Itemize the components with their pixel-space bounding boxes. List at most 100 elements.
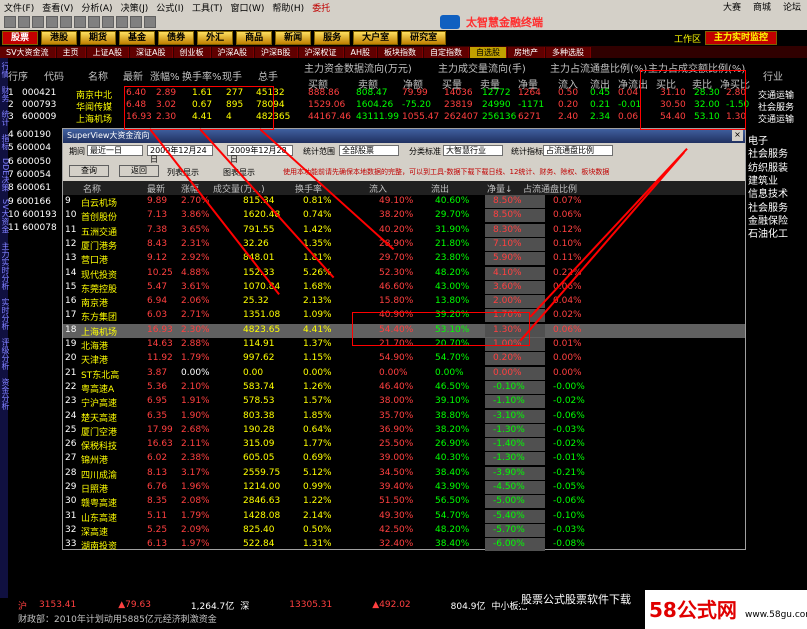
col-header-total[interactable]: 总手: [258, 68, 278, 83]
row-code-hidden[interactable]: 5 600004: [8, 143, 51, 153]
list-item[interactable]: 26 保税科技 16.63 2.11% 315.09 1.77% 25.50% 26.90% -…: [63, 438, 745, 453]
search-icon[interactable]: [116, 16, 128, 28]
list-item[interactable]: 10 首创股份 7.13 3.86% 1620.48 0.74% 38.20% 29.70% 8…: [63, 209, 745, 224]
tab-gem[interactable]: 创业板: [173, 46, 211, 58]
menu-decision[interactable]: 决策(J): [117, 1, 153, 14]
list-item[interactable]: 11 五洲交通 7.38 3.65% 791.55 1.42% 40.20% 31.90% 8.…: [63, 223, 745, 239]
sidebar-item-realtime[interactable]: 实时分析: [0, 294, 11, 334]
menu-mall[interactable]: 商城: [749, 0, 775, 13]
row-code-hidden[interactable]: 7 600054: [8, 170, 51, 180]
nav-news[interactable]: 新闻: [275, 31, 312, 45]
nav-forex[interactable]: 外汇: [197, 31, 234, 45]
row-code-hidden[interactable]: 11 600078: [8, 223, 57, 233]
forward-icon[interactable]: [32, 16, 44, 28]
popup-col-inflow[interactable]: 流入: [369, 182, 387, 195]
menu-window[interactable]: 窗口(W): [226, 1, 268, 14]
col-header-seq[interactable]: 行序: [8, 68, 28, 83]
col-header-industry[interactable]: 行业: [763, 68, 783, 83]
popup-close-icon[interactable]: ×: [732, 130, 743, 141]
menu-view[interactable]: 查看(V): [38, 1, 77, 14]
popup-col-net[interactable]: 净量↓: [487, 182, 513, 195]
row-code-hidden[interactable]: 4 600190: [8, 130, 51, 140]
menu-analysis[interactable]: 分析(A): [77, 1, 116, 14]
settings-icon[interactable]: [130, 16, 142, 28]
row-code-hidden[interactable]: 6 600050: [8, 157, 51, 167]
back-button[interactable]: 返回: [119, 165, 159, 177]
tab-warrants[interactable]: 沪深权证: [298, 46, 344, 58]
col-header-turnover[interactable]: 换手率%: [182, 68, 222, 83]
menu-forum[interactable]: 论坛: [779, 0, 805, 13]
menu-tools[interactable]: 工具(T): [188, 1, 227, 14]
nav-service[interactable]: 服务: [314, 31, 351, 45]
list-item[interactable]: 24 楚天高速 6.35 1.90% 803.38 1.85% 35.70% 38.80% -3…: [63, 409, 745, 425]
home-icon[interactable]: [4, 16, 16, 28]
list-item[interactable]: 29 日照港 6.76 1.96% 1214.00 0.99% 39.40% 43.90% -4…: [63, 481, 745, 496]
menu-file[interactable]: 文件(F): [0, 1, 38, 14]
nav-research[interactable]: 研究室: [401, 31, 447, 45]
col-header-last[interactable]: 最新: [123, 68, 143, 83]
col-header-change[interactable]: 涨幅%: [150, 68, 180, 83]
tab-hs-a[interactable]: 沪深A股: [211, 46, 255, 58]
sidebar-item-main-force[interactable]: 主力实时分析: [0, 238, 11, 294]
popup-col-name[interactable]: 名称: [83, 182, 101, 195]
list-item[interactable]: 27 锦州港 6.02 2.38% 605.05 0.69% 39.00% 40.30% -1.…: [63, 452, 745, 467]
monitor-button[interactable]: 主力实时监控: [704, 31, 777, 45]
tab-custom-index[interactable]: 自定指数: [424, 46, 470, 58]
row-code-hidden[interactable]: 10 600193: [8, 210, 57, 220]
sidebar-item-rating[interactable]: 评级分析: [0, 334, 11, 374]
popup-col-outflow[interactable]: 流出: [431, 182, 449, 195]
menu-contest[interactable]: 大赛: [719, 0, 745, 13]
period-select[interactable]: 最近一日: [87, 145, 143, 156]
col-header-volume[interactable]: 现手: [222, 68, 242, 83]
tab-home[interactable]: 主页: [56, 46, 86, 58]
menu-trade[interactable]: 委托: [308, 1, 334, 14]
tab-sz-a[interactable]: 深证A股: [130, 46, 173, 58]
list-item[interactable]: 12 厦门港务 8.43 2.31% 32.26 1.35% 28.90% 21.80% 7.1…: [63, 237, 745, 253]
list-item[interactable]: 22 粤高速A 5.36 2.10% 583.74 1.26% 46.40% 46.50% -0…: [63, 380, 745, 396]
query-button[interactable]: 查询: [69, 165, 109, 177]
back-icon[interactable]: [18, 16, 30, 28]
metric-select[interactable]: 占流通盘比例: [543, 145, 613, 156]
list-item[interactable]: 13营口港9.122.92%848.011.81%29.70%23.80%5.9…: [63, 252, 745, 267]
zoom-in-icon[interactable]: [88, 16, 100, 28]
workspace-label[interactable]: 工作区: [674, 32, 701, 45]
nav-bonds[interactable]: 债券: [158, 31, 195, 45]
class-select[interactable]: 大智慧行业: [443, 145, 503, 156]
f10-icon[interactable]: [74, 16, 86, 28]
list-item[interactable]: 15 东莞控股 5.47 3.61% 1070.84 1.68% 46.60% 43.00% 3…: [63, 280, 745, 296]
popup-col-turnover[interactable]: 换手率: [295, 182, 322, 195]
list-item[interactable]: 23 宁沪高速 6.95 1.91% 578.53 1.57% 38.00% 39.10% -1…: [63, 395, 745, 410]
nav-futures[interactable]: 期货: [80, 31, 117, 45]
tab-ah[interactable]: AH股: [344, 46, 378, 58]
range-select[interactable]: 全部股票: [339, 145, 399, 156]
nav-funds[interactable]: 基金: [119, 31, 156, 45]
list-item[interactable]: 25 厦门空港 17.99 2.68% 190.28 0.64% 36.90% 38.20% -…: [63, 423, 745, 439]
popup-col-float-ratio[interactable]: 占流通盘比例: [523, 182, 577, 195]
date-from-input[interactable]: 2009年12月24日: [147, 145, 213, 164]
list-item[interactable]: 14 现代投资 10.25 4.88% 152.33 5.26% 52.30% 48.20% 4…: [63, 266, 745, 282]
popup-col-last[interactable]: 最新: [147, 182, 165, 195]
row-code-hidden[interactable]: 9 600166: [8, 197, 51, 207]
list-item[interactable]: 33 湖南投资 6.13 1.97% 522.84 1.31% 32.40% 38.40% -6…: [63, 538, 745, 553]
nav-hk[interactable]: 港股: [41, 31, 78, 45]
tab-sv-capital[interactable]: SV大资金流: [0, 46, 56, 58]
list-item[interactable]: 30 赣粤高速 8.35 2.08% 2846.63 1.22% 51.50% 56.50% -…: [63, 495, 745, 510]
list-item[interactable]: 21 ST东北高 3.87 0.00% 0.00 0.00% 0.00% 0.00% 0.00%…: [63, 366, 745, 382]
menu-help[interactable]: 帮助(H): [268, 1, 308, 14]
tab-multi-select[interactable]: 多种选股: [546, 46, 592, 58]
col-header-code[interactable]: 代码: [44, 68, 64, 83]
sidebar-item-capital[interactable]: 资金分析: [0, 374, 11, 414]
menu-formula[interactable]: 公式(I): [152, 1, 188, 14]
nav-vip-room[interactable]: 大户室: [353, 31, 399, 45]
list-item[interactable]: 31 山东高速 5.11 1.79% 1428.08 2.14% 49.30% 54.70% -…: [63, 509, 745, 525]
tab-sh-a[interactable]: 上证A股: [86, 46, 130, 58]
tab-watchlist[interactable]: 自选股: [470, 46, 508, 58]
list-item[interactable]: 28 四川成渝 8.13 3.17% 2559.75 5.12% 34.50% 38.40% -…: [63, 466, 745, 482]
nav-stocks[interactable]: 股票: [2, 31, 39, 45]
nav-commodities[interactable]: 商品: [236, 31, 273, 45]
zoom-out-icon[interactable]: [102, 16, 114, 28]
list-item[interactable]: 16 南京港 6.94 2.06% 25.32 2.13% 15.80% 13.80% 2.00…: [63, 295, 745, 310]
list-item[interactable]: 32 深高速 5.25 2.09% 825.40 0.50% 42.50% 48.20% -5.…: [63, 523, 745, 539]
list-item[interactable]: 20 天津港 11.92 1.79% 997.62 1.15% 54.90% 54.70% 0.…: [63, 352, 745, 367]
col-header-name[interactable]: 名称: [88, 68, 108, 83]
